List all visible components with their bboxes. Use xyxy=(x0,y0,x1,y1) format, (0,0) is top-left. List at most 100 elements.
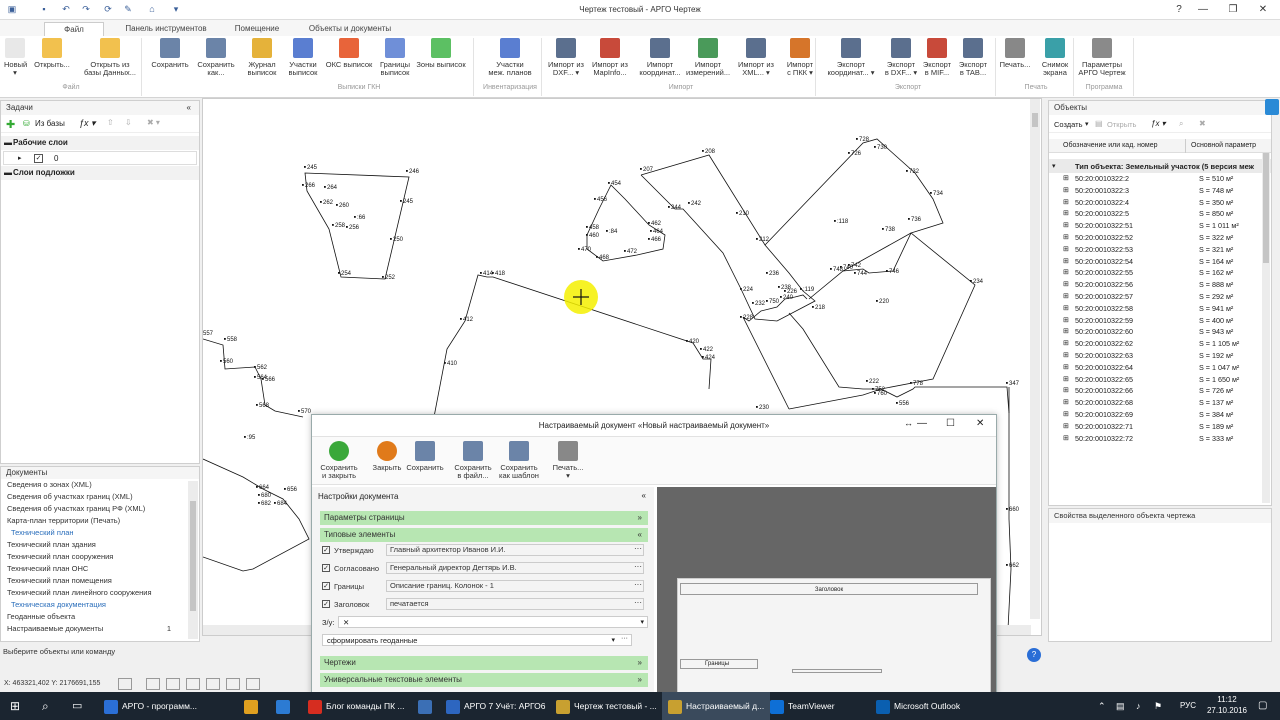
object-row[interactable]: ⊞ 50:20:0010322:51 S = 1 011 м² xyxy=(1063,220,1271,232)
survey-point[interactable] xyxy=(606,230,608,232)
taskbar-item-4[interactable]: Блог команды ПК ... xyxy=(308,692,404,720)
universal-text-section[interactable]: Универсальные текстовые элементы» xyxy=(320,673,648,687)
delete-icon[interactable]: ✖ xyxy=(1199,119,1206,128)
ribbon-button-5[interactable]: Журнал выписок xyxy=(244,38,280,77)
function-icon[interactable]: ƒx ▾ xyxy=(1151,119,1166,128)
ortho-icon[interactable] xyxy=(146,678,160,690)
ribbon-button-18[interactable]: Экспорт в DXF... ▾ xyxy=(884,38,918,77)
task-view-icon[interactable]: ▭ xyxy=(72,692,82,720)
expand-icon[interactable]: ⊞ xyxy=(1063,338,1069,350)
expand-icon[interactable]: ⊞ xyxy=(1063,385,1069,397)
survey-point[interactable] xyxy=(702,150,704,152)
start-windows-icon[interactable]: ⊞ xyxy=(10,692,20,720)
survey-point[interactable] xyxy=(688,202,690,204)
survey-point[interactable] xyxy=(390,238,392,240)
expand-icon[interactable]: ⊞ xyxy=(1063,421,1069,433)
osnap-icon[interactable] xyxy=(206,678,220,690)
field-input[interactable]: Генеральный директор Дегтярь И.В. xyxy=(386,562,644,574)
notifications-icon[interactable]: ▢ xyxy=(1258,692,1267,720)
survey-point[interactable] xyxy=(834,220,836,222)
zu-select[interactable]: ✕ ▾ xyxy=(338,616,648,628)
ribbon-button-6[interactable]: Участки выписок xyxy=(286,38,320,77)
survey-point[interactable] xyxy=(586,234,588,236)
survey-point[interactable] xyxy=(896,402,898,404)
ribbon-button-13[interactable]: Импорт координат... xyxy=(636,38,684,77)
object-row[interactable]: ⊞ 50:20:0010322:69 S = 384 м² xyxy=(1063,409,1271,421)
survey-point[interactable] xyxy=(624,250,626,252)
survey-point[interactable] xyxy=(756,406,758,408)
object-row[interactable]: ⊞ 50:20:0010322:59 S = 400 м² xyxy=(1063,315,1271,327)
object-row[interactable]: ⊞ 50:20:0010322:62 S = 1 105 м² xyxy=(1063,338,1271,350)
field-checkbox[interactable]: ✓ xyxy=(322,564,330,572)
survey-point[interactable] xyxy=(302,184,304,186)
object-row[interactable]: ⊞ 50:20:0010322:65 S = 1 650 м² xyxy=(1063,374,1271,386)
ribbon-button-0[interactable]: Новый ▾ xyxy=(4,38,27,77)
survey-point[interactable] xyxy=(258,494,260,496)
object-row[interactable]: ⊞ 50:20:0010322:71 S = 189 м² xyxy=(1063,421,1271,433)
survey-point[interactable] xyxy=(244,436,246,438)
ribbon-button-14[interactable]: Импорт измерений... xyxy=(686,38,730,77)
ribbon-button-22[interactable]: Снимок экрана xyxy=(1040,38,1070,77)
parcel-edge[interactable] xyxy=(742,316,790,410)
tray-arrow-icon[interactable]: ⌃ xyxy=(1098,692,1106,720)
field-input[interactable]: Главный архитектор Иванов И.И. xyxy=(386,544,644,556)
survey-point[interactable] xyxy=(848,264,850,266)
ribbon-button-1[interactable]: Открыть... xyxy=(32,38,72,69)
ribbon-button-3[interactable]: Сохранить xyxy=(148,38,192,69)
ribbon-button-4[interactable]: Сохранить как... xyxy=(196,38,236,77)
survey-point[interactable] xyxy=(780,296,782,298)
taskbar-item-10[interactable]: Microsoft Outlook xyxy=(876,692,960,720)
document-item[interactable]: Технический план помещения xyxy=(1,575,199,587)
object-row[interactable]: ⊞ 50:20:0010322:68 S = 137 м² xyxy=(1063,397,1271,409)
taskbar-item-6[interactable]: АРГО 7 Учёт: АРГО6 xyxy=(446,692,546,720)
ribbon-button-11[interactable]: Импорт из DXF... ▾ xyxy=(546,38,586,77)
survey-point[interactable] xyxy=(608,182,610,184)
expand-icon[interactable]: ⊞ xyxy=(1063,362,1069,374)
expand-icon[interactable]: ⊞ xyxy=(1063,244,1069,256)
column-designation[interactable]: Обозначение или кад. номер xyxy=(1063,142,1158,149)
expand-icon[interactable]: ⊞ xyxy=(1063,220,1069,232)
object-row[interactable]: ⊞ 50:20:0010322:66 S = 726 м² xyxy=(1063,385,1271,397)
survey-point[interactable] xyxy=(338,272,340,274)
expand-icon[interactable]: ⊞ xyxy=(1063,256,1069,268)
field-more-button[interactable]: ··· xyxy=(634,544,642,553)
object-row[interactable]: ⊞ 50:20:0010322:52 S = 322 м² xyxy=(1063,232,1271,244)
object-row[interactable]: ⊞ 50:20:0010322:64 S = 1 047 м² xyxy=(1063,362,1271,374)
expand-icon[interactable]: ⊞ xyxy=(1063,409,1069,421)
ribbon-button-8[interactable]: Границы выписок xyxy=(378,38,412,77)
survey-point[interactable] xyxy=(354,216,356,218)
snap-icon[interactable] xyxy=(118,678,132,690)
survey-point[interactable] xyxy=(906,170,908,172)
zoom-icon[interactable]: ⌕ xyxy=(1179,119,1183,129)
survey-point[interactable] xyxy=(872,388,874,390)
ribbon-button-9[interactable]: Зоны выписок xyxy=(416,38,466,69)
move-up-icon[interactable]: ⇧ xyxy=(107,118,114,127)
ribbon-button-20[interactable]: Экспорт в TAB... xyxy=(956,38,990,77)
help-icon[interactable]: ? xyxy=(1166,2,1192,18)
ribbon-button-19[interactable]: Экспорт в MIF... xyxy=(920,38,954,77)
help-round-icon[interactable]: ? xyxy=(1027,648,1041,662)
survey-point[interactable] xyxy=(886,270,888,272)
expand-icon[interactable]: ⊞ xyxy=(1063,326,1069,338)
taskbar-item-2[interactable] xyxy=(276,692,294,720)
objects-scrollbar[interactable] xyxy=(1262,153,1270,503)
language-indicator[interactable]: РУС xyxy=(1180,692,1196,720)
document-item[interactable]: Геоданные объекта xyxy=(1,611,199,623)
expand-icon[interactable]: ⊞ xyxy=(1063,397,1069,409)
add-icon[interactable]: ✚ xyxy=(6,118,15,131)
taskbar-item-0[interactable]: АРГО - программ... xyxy=(104,692,197,720)
survey-point[interactable] xyxy=(874,146,876,148)
survey-point[interactable] xyxy=(856,138,858,140)
field-more-button[interactable]: ··· xyxy=(634,562,642,571)
field-more-button[interactable]: ··· xyxy=(634,598,642,607)
survey-point[interactable] xyxy=(382,276,384,278)
survey-point[interactable] xyxy=(784,290,786,292)
field-checkbox[interactable]: ✓ xyxy=(322,582,330,590)
expand-icon[interactable]: ⊞ xyxy=(1063,197,1069,209)
document-item[interactable]: Технический план линейного сооружения xyxy=(1,587,199,599)
survey-point[interactable] xyxy=(908,218,910,220)
ribbon-button-15[interactable]: Импорт из XML... ▾ xyxy=(736,38,776,77)
survey-point[interactable] xyxy=(274,502,276,504)
survey-point[interactable] xyxy=(594,198,596,200)
document-item[interactable]: Сведения об участках границ РФ (XML) xyxy=(1,503,199,515)
